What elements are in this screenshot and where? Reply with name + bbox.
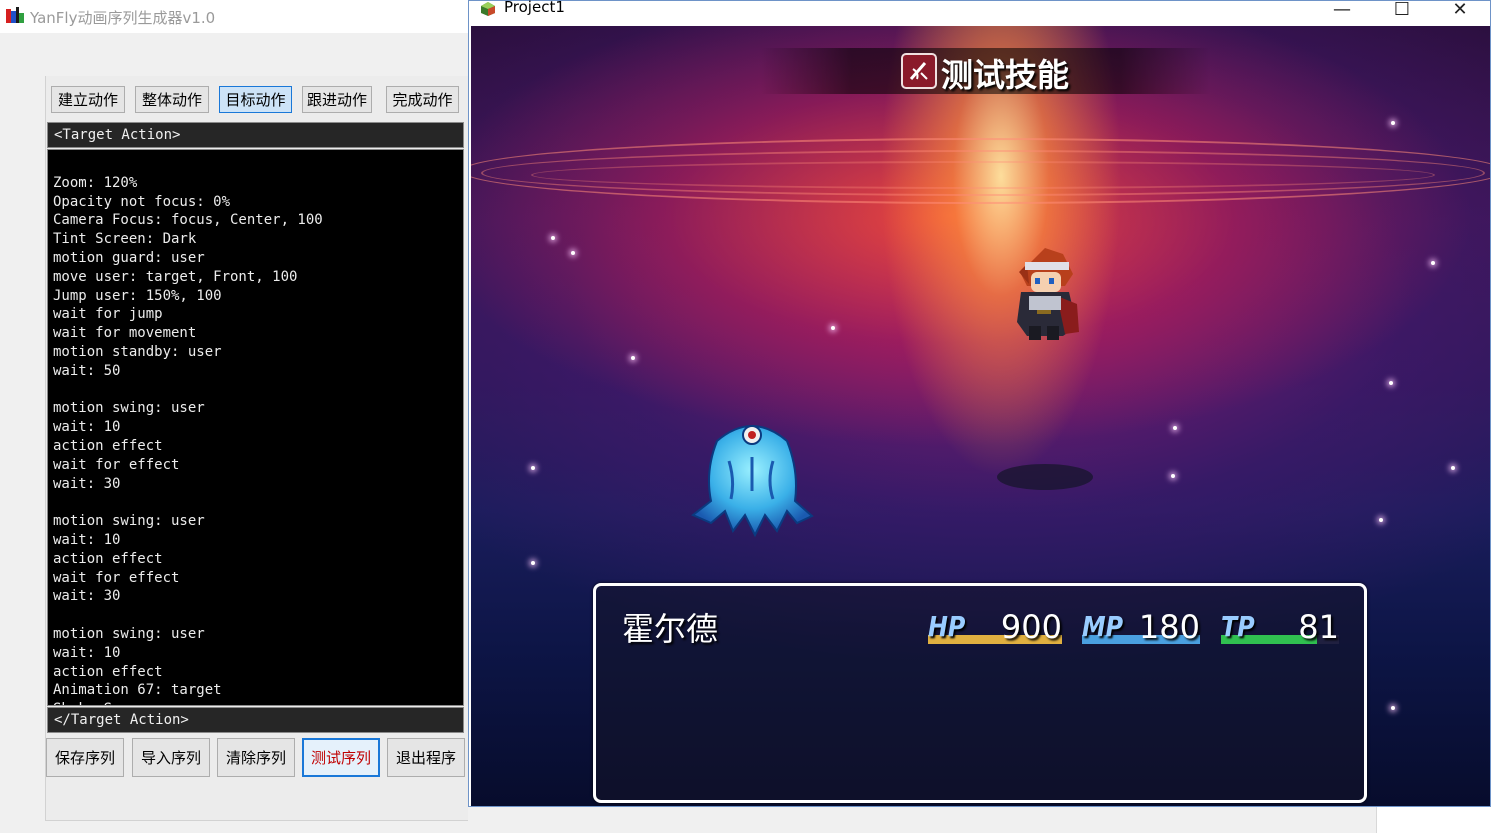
star [1171, 474, 1175, 478]
hp-value: 900 [1000, 608, 1062, 646]
tab-label: 跟进动作 [306, 91, 367, 109]
star [1389, 381, 1393, 385]
sequence-text: Zoom: 120% Opacity not focus: 0% Camera … [53, 174, 323, 705]
tp-label: TP [1221, 610, 1255, 643]
tab-follow-action[interactable]: 跟进动作 [302, 86, 372, 113]
tab-label: 整体动作 [141, 91, 202, 109]
test-sequence-button[interactable]: 测试序列 [302, 738, 380, 777]
import-sequence-button[interactable]: 导入序列 [132, 738, 210, 777]
skill-icon [901, 53, 937, 89]
star [531, 466, 535, 470]
button-label: 导入序列 [140, 749, 201, 767]
star [571, 251, 575, 255]
hero-sprite[interactable] [1007, 246, 1083, 342]
button-label: 清除序列 [225, 749, 286, 767]
star [1431, 261, 1435, 265]
app-icon [6, 7, 24, 23]
tp-value: 81 [1298, 608, 1339, 646]
game-titlebar[interactable]: Project1 — ☐ ✕ [469, 0, 1490, 25]
close-tag-field[interactable]: </Target Action> [47, 707, 464, 733]
game-title: Project1 [504, 0, 565, 16]
tp-gauge: TP 81 [1221, 608, 1339, 646]
star [1379, 518, 1383, 522]
rpg-maker-icon [481, 2, 495, 16]
tab-whole-action[interactable]: 整体动作 [135, 86, 209, 113]
star [531, 561, 535, 565]
skill-name: 测试技能 [941, 56, 1070, 94]
star [551, 236, 555, 240]
slash-icon [909, 62, 928, 80]
button-label: 保存序列 [54, 749, 115, 767]
mp-value: 180 [1138, 608, 1200, 646]
close-button[interactable]: ✕ [1437, 0, 1483, 23]
mp-label: MP [1082, 610, 1124, 643]
mp-gauge: MP 180 [1082, 608, 1200, 646]
maximize-button[interactable]: ☐ [1379, 0, 1425, 23]
tab-label: 建立动作 [57, 91, 118, 109]
open-tag-field[interactable]: <Target Action> [47, 122, 464, 148]
tab-finish-action[interactable]: 完成动作 [386, 86, 459, 113]
close-icon: ✕ [1452, 0, 1468, 20]
save-sequence-button[interactable]: 保存序列 [46, 738, 124, 777]
star [631, 356, 635, 360]
button-label: 测试序列 [310, 749, 371, 767]
star [831, 326, 835, 330]
clear-sequence-button[interactable]: 清除序列 [217, 738, 295, 777]
minimize-icon: — [1333, 0, 1351, 20]
battle-status-window[interactable]: 霍尔德 HP 900 MP 180 TP 81 [593, 583, 1367, 803]
maximize-icon: ☐ [1393, 0, 1411, 20]
star [1173, 426, 1177, 430]
star [1391, 706, 1395, 710]
button-label: 退出程序 [395, 749, 456, 767]
slime-enemy-sprite[interactable] [677, 411, 827, 539]
star [1451, 466, 1455, 470]
game-window: Project1 — ☐ ✕ 测试技能 霍尔德 HP 900 MP 180 TP… [468, 0, 1491, 807]
minimize-button[interactable]: — [1319, 0, 1365, 23]
tab-target-action[interactable]: 目标动作 [219, 86, 292, 113]
battle-scene[interactable]: 测试技能 霍尔德 HP 900 MP 180 TP 81 [471, 26, 1490, 806]
tab-label: 目标动作 [225, 91, 286, 109]
tab-label: 完成动作 [392, 91, 453, 109]
hp-gauge: HP 900 [928, 608, 1062, 646]
sequence-editor[interactable]: Zoom: 120% Opacity not focus: 0% Camera … [47, 149, 464, 706]
star [1391, 121, 1395, 125]
exit-program-button[interactable]: 退出程序 [387, 738, 465, 777]
hero-shadow [997, 464, 1093, 490]
generator-title: YanFly动画序列生成器v1.0 [30, 9, 216, 27]
hp-label: HP [928, 610, 966, 643]
tab-setup-action[interactable]: 建立动作 [51, 86, 125, 113]
energy-ring [531, 161, 1435, 189]
actor-name: 霍尔德 [622, 610, 719, 648]
